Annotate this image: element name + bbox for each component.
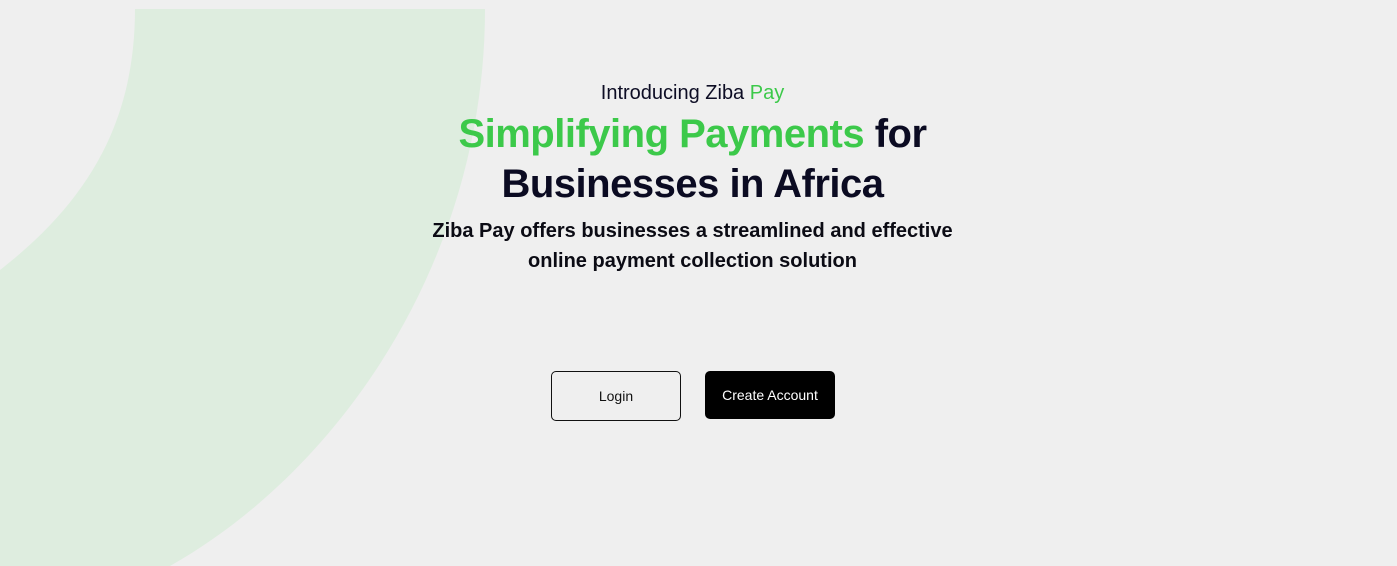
hero-subtitle: Ziba Pay offers businesses a streamlined…: [432, 220, 953, 272]
headline-rest: for: [874, 112, 927, 156]
page-title: Simplifying Payments for Businesses in A…: [0, 109, 1385, 209]
headline-line2: Businesses in Africa: [501, 162, 884, 206]
hero-section: Introducing Ziba Pay Simplifying Payment…: [0, 0, 1397, 566]
intro-accent: Pay: [749, 82, 785, 104]
intro-prefix: Introducing Ziba: [600, 82, 745, 104]
intro-tagline: Introducing Ziba Pay: [0, 80, 1385, 106]
headline-accent: Simplifying Payments: [458, 112, 865, 156]
create-account-button[interactable]: Create Account: [705, 371, 835, 419]
login-button[interactable]: Login: [551, 371, 681, 421]
